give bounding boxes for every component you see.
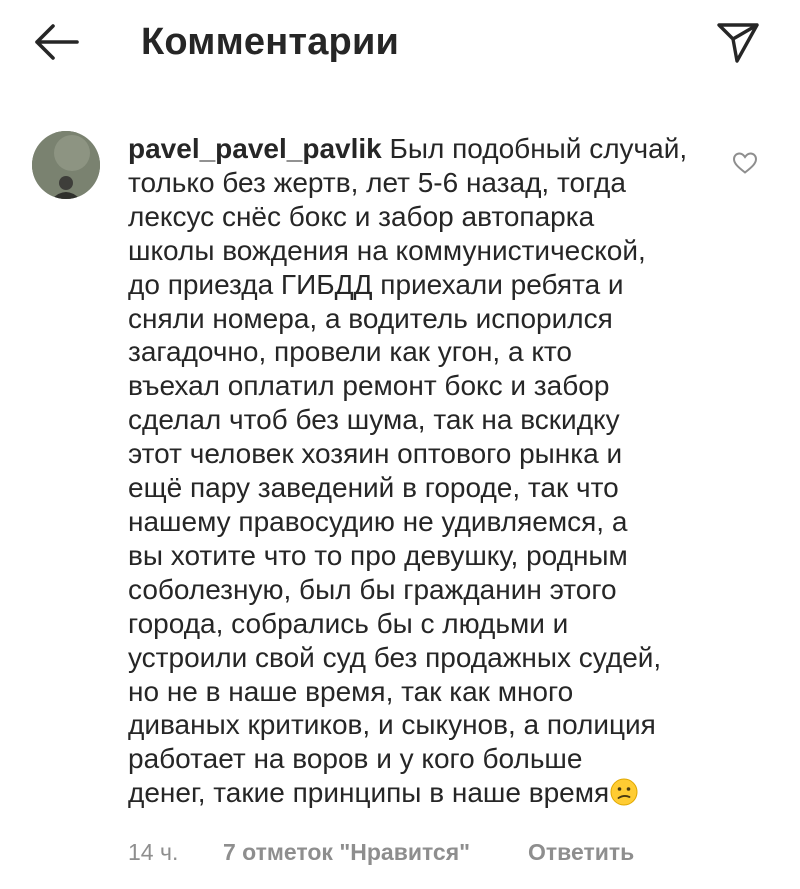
page-title: Комментарии — [141, 21, 400, 63]
share-button[interactable] — [712, 16, 764, 68]
reply-button[interactable]: Ответить — [528, 836, 634, 868]
comment-body: pavel_pavel_pavlik Был подобный случай, … — [128, 132, 713, 810]
avatar-photo — [32, 131, 100, 199]
comment-username[interactable]: pavel_pavel_pavlik — [128, 133, 382, 164]
like-button[interactable] — [730, 148, 760, 178]
paper-plane-icon — [717, 23, 759, 63]
confused-face-emoji — [610, 778, 638, 806]
header-bar: Комментарии — [0, 0, 800, 90]
heart-outline-icon — [732, 152, 758, 174]
arrow-left-icon — [35, 24, 79, 60]
back-button[interactable] — [28, 18, 84, 66]
likes-count-link[interactable]: 7 отметок "Нравится" — [223, 836, 470, 868]
comment-text: Был подобный случай, только без жертв, л… — [128, 133, 688, 809]
avatar[interactable] — [32, 131, 100, 199]
comment-timestamp: 14 ч. — [128, 839, 179, 865]
